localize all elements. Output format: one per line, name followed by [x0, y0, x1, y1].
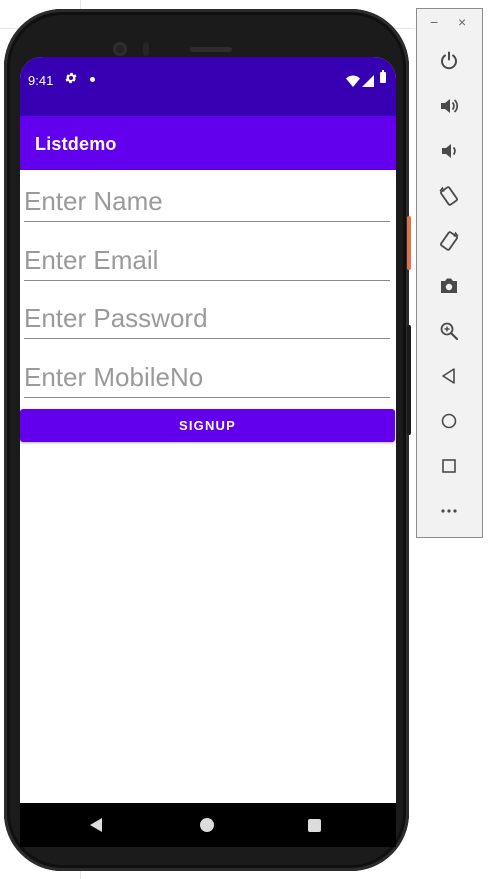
back-icon[interactable]	[90, 818, 102, 832]
email-underline	[24, 280, 390, 281]
rotate-right-icon[interactable]	[435, 227, 463, 255]
camera-icon[interactable]	[435, 272, 463, 300]
name-underline	[24, 221, 390, 222]
close-icon[interactable]: ×	[458, 15, 466, 29]
front-camera	[113, 42, 127, 56]
password-underline	[24, 338, 390, 339]
home-icon[interactable]	[435, 407, 463, 435]
password-input[interactable]	[24, 300, 390, 336]
power-icon[interactable]	[435, 47, 463, 75]
minimize-icon[interactable]: −	[430, 15, 438, 29]
mobile-underline	[24, 397, 390, 398]
app-title: Listdemo	[35, 134, 117, 154]
volume-up-icon[interactable]	[435, 92, 463, 120]
mobile-field	[24, 359, 390, 399]
battery-icon	[380, 70, 386, 83]
name-field	[24, 183, 390, 223]
name-input[interactable]	[24, 183, 390, 219]
zoom-icon[interactable]	[435, 317, 463, 345]
phone-screen: 9:41 Listdemo SIGNUP	[20, 57, 396, 847]
emulator-toolbar: − ×	[416, 8, 483, 538]
overview-icon[interactable]	[435, 452, 463, 480]
navigation-bar	[20, 803, 396, 847]
gear-icon	[64, 71, 78, 88]
password-field	[24, 300, 390, 340]
email-field	[24, 242, 390, 282]
app-bar: Listdemo	[20, 116, 396, 170]
home-icon[interactable]	[200, 818, 214, 832]
rotate-left-icon[interactable]	[435, 182, 463, 210]
volume-down-icon[interactable]	[435, 137, 463, 165]
proximity-sensor	[143, 42, 149, 56]
email-input[interactable]	[24, 242, 390, 278]
status-time: 9:41	[28, 73, 54, 88]
mobile-input[interactable]	[24, 359, 390, 395]
status-bar: 9:41	[20, 57, 396, 116]
notification-dot	[90, 77, 95, 82]
phone-volume-button[interactable]	[407, 325, 411, 435]
back-icon[interactable]	[435, 362, 463, 390]
signal-icon	[362, 74, 374, 92]
signup-button[interactable]: SIGNUP	[20, 409, 395, 442]
more-icon[interactable]	[435, 497, 463, 525]
earpiece-speaker	[190, 47, 232, 52]
recents-icon[interactable]	[308, 819, 321, 832]
wifi-icon	[346, 74, 360, 92]
phone-power-button[interactable]	[407, 216, 411, 270]
